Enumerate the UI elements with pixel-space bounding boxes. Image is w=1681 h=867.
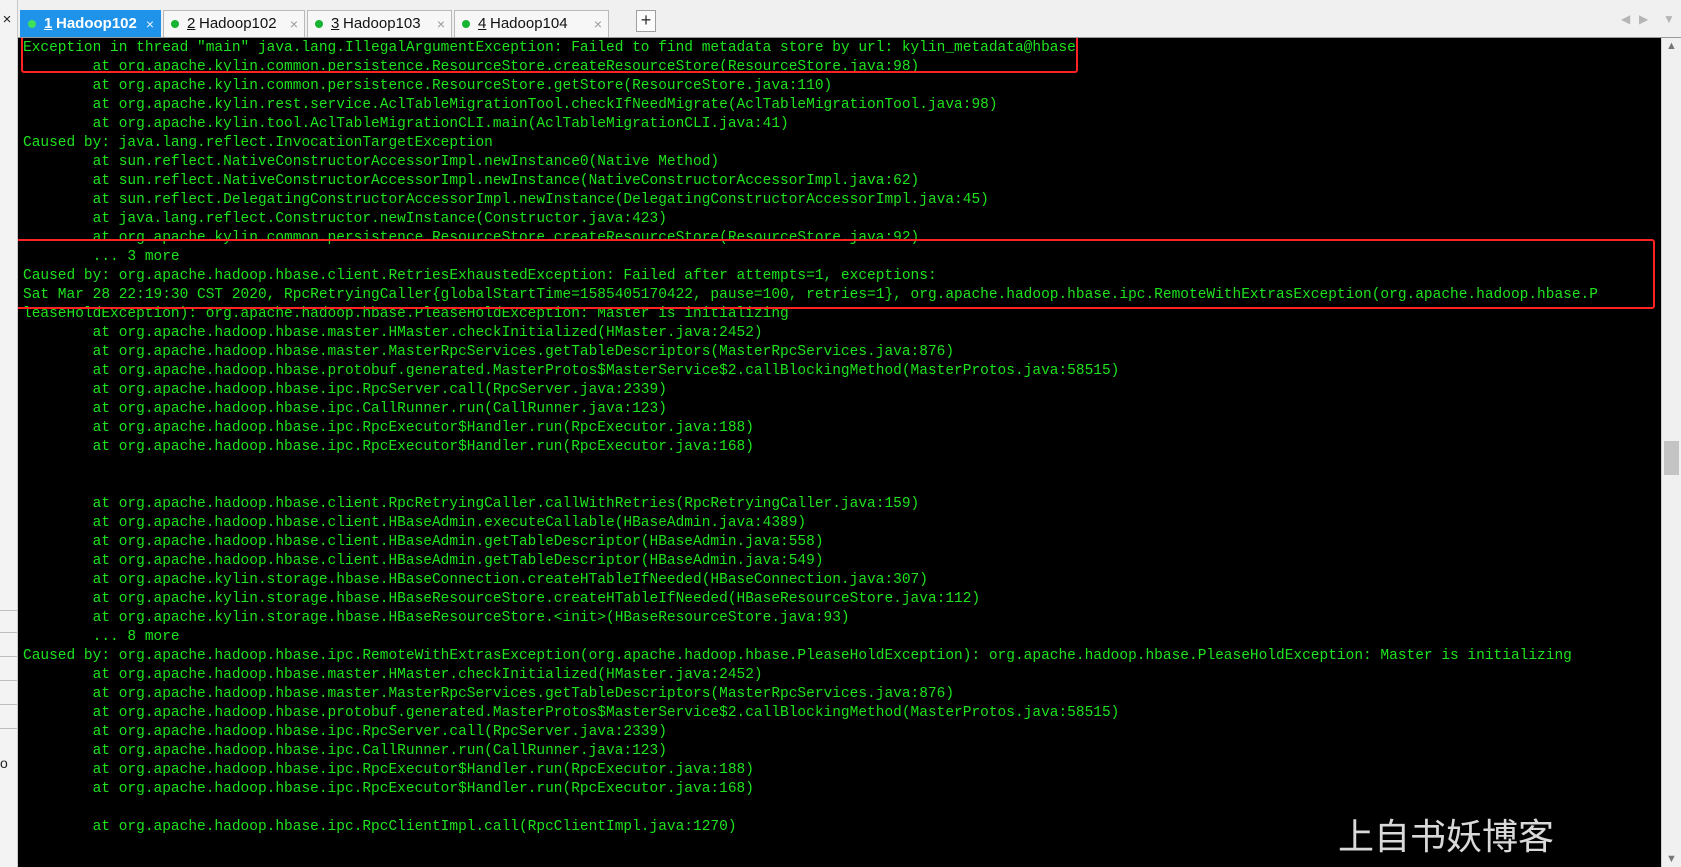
terminal-line: at org.apache.hadoop.hbase.client.HBaseA…: [23, 553, 824, 569]
terminal-line: at org.apache.hadoop.hbase.master.Master…: [23, 686, 955, 702]
terminal-line: at org.apache.kylin.tool.AclTableMigrati…: [23, 116, 789, 132]
terminal-line: at org.apache.hadoop.hbase.ipc.RpcClient…: [23, 819, 737, 835]
divider: [0, 680, 17, 681]
connected-status-icon: [28, 20, 36, 28]
terminal-output[interactable]: Exception in thread "main" java.lang.Ill…: [18, 38, 1661, 867]
terminal-line: at java.lang.reflect.Constructor.newInst…: [23, 211, 667, 227]
divider: [0, 704, 17, 705]
tab-label: Hadoop102: [199, 15, 277, 32]
terminal-line: ... 8 more: [23, 629, 180, 645]
scrollbar-thumb[interactable]: [1664, 441, 1679, 475]
new-tab-button[interactable]: +: [636, 10, 656, 32]
close-tab-icon[interactable]: ×: [594, 11, 602, 37]
tab-list-dropdown-icon[interactable]: ▼: [1663, 12, 1675, 26]
connected-status-icon: [315, 20, 323, 28]
terminal-line: at org.apache.hadoop.hbase.ipc.RpcExecut…: [23, 420, 754, 436]
scroll-tabs-left-icon[interactable]: ◀: [1621, 12, 1630, 26]
tab-number: 4: [478, 15, 487, 32]
terminal-line: at org.apache.kylin.storage.hbase.HBaseR…: [23, 591, 981, 607]
close-tab-icon[interactable]: ×: [146, 11, 154, 37]
terminal-line: at sun.reflect.NativeConstructorAccessor…: [23, 154, 720, 170]
connected-status-icon: [171, 20, 179, 28]
terminal-line: at org.apache.hadoop.hbase.ipc.RpcServer…: [23, 724, 667, 740]
terminal-line: at org.apache.hadoop.hbase.master.Master…: [23, 344, 955, 360]
terminal-line: at org.apache.hadoop.hbase.protobuf.gene…: [23, 363, 1120, 379]
terminal-line: at org.apache.hadoop.hbase.client.RpcRet…: [23, 496, 920, 512]
divider: [0, 610, 17, 611]
terminal-line: Caused by: org.apache.hadoop.hbase.ipc.R…: [23, 648, 1572, 664]
side-panel-text: o: [0, 755, 8, 771]
tab-number: 1: [44, 15, 53, 32]
session-tab-2[interactable]: 2 Hadoop102 ×: [163, 10, 305, 37]
scroll-up-arrow-icon[interactable]: ▲: [1662, 40, 1681, 52]
connected-status-icon: [462, 20, 470, 28]
terminal-line: at org.apache.hadoop.hbase.ipc.CallRunne…: [23, 743, 667, 759]
tab-number: 2: [187, 15, 196, 32]
terminal-line: at org.apache.hadoop.hbase.client.HBaseA…: [23, 515, 807, 531]
divider: [0, 656, 17, 657]
terminal-line: at org.apache.hadoop.hbase.master.HMaste…: [23, 325, 763, 341]
tab-number: 3: [331, 15, 340, 32]
terminal-line: at org.apache.kylin.storage.hbase.HBaseR…: [23, 610, 850, 626]
tab-label: Hadoop102: [56, 15, 137, 32]
tab-label: Hadoop103: [343, 15, 421, 32]
tab-label: Hadoop104: [490, 15, 568, 32]
terminal-line: at org.apache.hadoop.hbase.protobuf.gene…: [23, 705, 1120, 721]
terminal-line: at org.apache.hadoop.hbase.ipc.RpcExecut…: [23, 439, 754, 455]
terminal-line: at org.apache.hadoop.hbase.ipc.RpcExecut…: [23, 781, 754, 797]
highlight-box-hbase-error: [18, 239, 1655, 309]
terminal-line: at org.apache.hadoop.hbase.ipc.CallRunne…: [23, 401, 667, 417]
close-tab-icon[interactable]: ×: [437, 11, 445, 37]
scroll-tabs-right-icon[interactable]: ▶: [1639, 12, 1648, 26]
divider: [0, 728, 17, 729]
side-panel-strip: × o: [0, 0, 18, 867]
terminal-line: at org.apache.hadoop.hbase.client.HBaseA…: [23, 534, 824, 550]
close-icon[interactable]: ×: [0, 10, 14, 30]
vertical-scrollbar[interactable]: ▲ ▼: [1661, 38, 1681, 867]
session-tab-3[interactable]: 3 Hadoop103 ×: [307, 10, 452, 37]
terminal-line: at org.apache.hadoop.hbase.ipc.RpcServer…: [23, 382, 667, 398]
session-tab-4[interactable]: 4 Hadoop104 ×: [454, 10, 609, 37]
terminal-line: at org.apache.hadoop.hbase.ipc.RpcExecut…: [23, 762, 754, 778]
terminal-line: at org.apache.hadoop.hbase.master.HMaste…: [23, 667, 763, 683]
close-tab-icon[interactable]: ×: [290, 11, 298, 37]
scroll-down-arrow-icon[interactable]: ▼: [1662, 853, 1681, 865]
session-tab-1[interactable]: 1 Hadoop102 ×: [20, 10, 161, 37]
terminal-line: at org.apache.kylin.storage.hbase.HBaseC…: [23, 572, 928, 588]
terminal-line: at org.apache.kylin.common.persistence.R…: [23, 78, 833, 94]
terminal-line: at sun.reflect.DelegatingConstructorAcce…: [23, 192, 989, 208]
session-tab-bar: 1 Hadoop102 × 2 Hadoop102 × 3 Hadoop103 …: [18, 0, 1681, 38]
highlight-box-metadata-error: [21, 38, 1078, 73]
terminal-line: at sun.reflect.NativeConstructorAccessor…: [23, 173, 920, 189]
terminal-line: at org.apache.kylin.rest.service.AclTabl…: [23, 97, 998, 113]
terminal-line: Caused by: java.lang.reflect.InvocationT…: [23, 135, 493, 151]
divider: [0, 632, 17, 633]
terminal-lines: Exception in thread "main" java.lang.Ill…: [23, 39, 1598, 837]
